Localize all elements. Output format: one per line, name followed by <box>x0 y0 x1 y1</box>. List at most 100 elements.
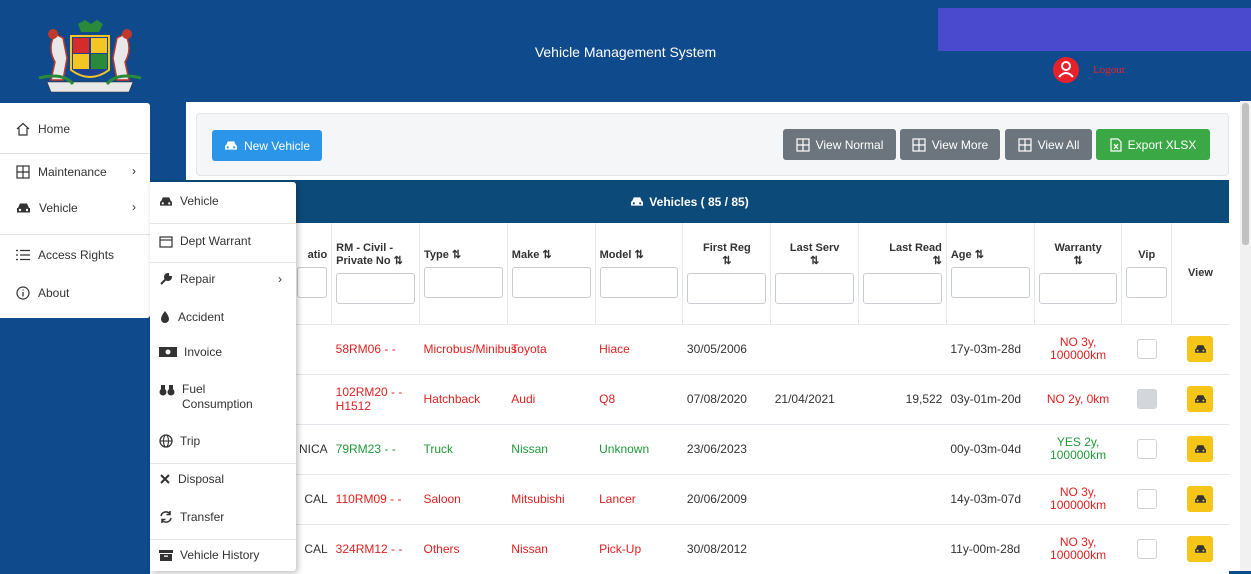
car-icon <box>1194 445 1206 453</box>
sidebar-item-label: Home <box>38 122 71 136</box>
submenu-item-label: Invoice <box>184 345 223 359</box>
filter-input[interactable] <box>1038 273 1118 305</box>
new-vehicle-button[interactable]: New Vehicle <box>212 130 322 161</box>
sort-icon[interactable]: ⇅ <box>452 249 461 261</box>
view-vehicle-button[interactable] <box>1187 436 1214 462</box>
sidebar-item-home[interactable]: Home <box>0 111 150 147</box>
col-header-last-read[interactable]: Last Read ⇅ <box>858 223 947 324</box>
table-row[interactable]: CAL 324RM12 - - Others Nissan Pick-Up 30/08/2… <box>150 523 1229 574</box>
submenu-item-label: Disposal <box>178 472 225 486</box>
cell-view <box>1171 523 1229 574</box>
col-header-label: View <box>1188 267 1213 280</box>
submenu-item-label: Trip <box>180 434 201 448</box>
filter-input[interactable] <box>775 273 855 305</box>
col-header-vip[interactable]: Vip <box>1121 223 1172 324</box>
submenu-item-label: Repair <box>180 272 216 286</box>
submenu-item-trip[interactable]: Trip <box>150 434 296 448</box>
cell-warranty: NO 3y, 100000km <box>1034 323 1122 374</box>
col-header-warranty[interactable]: Warranty ⇅ <box>1033 223 1122 324</box>
filter-input[interactable] <box>297 266 328 298</box>
vip-checkbox[interactable] <box>1136 389 1157 409</box>
col-header-last-serv[interactable]: Last Serv ⇅ <box>770 223 859 324</box>
submenu-item-vehicle-history[interactable]: Vehicle History <box>150 548 296 562</box>
sort-icon[interactable]: ⇅ <box>634 249 643 261</box>
submenu-item-dept-warrant[interactable]: Dept Warrant <box>150 234 296 248</box>
sidebar-item-maintenance[interactable]: Maintenance › <box>0 154 150 190</box>
vip-checkbox[interactable] <box>1136 339 1157 359</box>
filter-input[interactable] <box>863 273 942 305</box>
view-vehicle-button[interactable] <box>1187 386 1214 412</box>
vip-checkbox[interactable] <box>1136 489 1157 509</box>
table-row[interactable]: 102RM20 - - H1512 Hatchback Audi Q8 07/08/20… <box>150 373 1229 424</box>
col-header-first-reg[interactable]: First Reg ⇅ <box>682 223 771 324</box>
cell-vip <box>1121 323 1172 374</box>
cell-last-read <box>858 523 947 574</box>
cell-type: Hatchback <box>419 373 508 424</box>
filter-input[interactable] <box>511 267 591 299</box>
submenu-item-invoice[interactable]: Invoice <box>150 345 296 359</box>
filter-input[interactable] <box>1126 266 1167 298</box>
sidebar-item-access-rights[interactable]: Access Rights <box>0 237 150 273</box>
cell-type: Saloon <box>419 473 508 524</box>
chevron-right-icon: › <box>278 272 282 286</box>
view-more-button[interactable]: View More <box>900 129 1000 160</box>
excel-icon <box>1110 137 1122 152</box>
car-icon <box>1194 345 1206 353</box>
submenu-item-transfer[interactable]: Transfer <box>150 510 296 524</box>
wrench-icon <box>160 272 173 285</box>
sort-icon[interactable]: ⇅ <box>394 255 403 267</box>
col-header-make[interactable]: Make ⇅ <box>506 223 596 324</box>
col-header-type[interactable]: Type ⇅ <box>418 223 508 324</box>
submenu-item-vehicle[interactable]: Vehicle <box>150 194 296 208</box>
scrollbar-thumb[interactable] <box>1242 103 1249 245</box>
filter-input[interactable] <box>423 267 503 299</box>
view-normal-button[interactable]: View Normal <box>783 129 896 160</box>
export-xlsx-button[interactable]: Export XLSX <box>1096 129 1210 160</box>
logout-link[interactable]: Logout <box>1093 64 1125 76</box>
filter-input[interactable] <box>687 273 767 305</box>
filter-input[interactable] <box>950 267 1030 299</box>
filter-input[interactable] <box>599 267 679 299</box>
car-icon <box>631 197 644 206</box>
table-row[interactable]: CAL 110RM09 - - Saloon Mitsubishi Lancer 20/0… <box>150 473 1229 524</box>
submenu-item-accident[interactable]: Accident <box>150 310 296 324</box>
sidebar-item-vehicle[interactable]: Vehicle › <box>0 190 150 226</box>
sort-icon[interactable]: ⇅ <box>975 249 984 261</box>
view-vehicle-button[interactable] <box>1187 336 1214 362</box>
view-vehicle-button[interactable] <box>1187 486 1214 512</box>
vip-checkbox[interactable] <box>1136 439 1157 459</box>
cell-model: Hiace <box>595 323 683 374</box>
cell-type: Others <box>419 523 508 574</box>
user-avatar[interactable] <box>1053 57 1079 83</box>
col-header-rm-no[interactable]: RM - Civil - Private No ⇅ <box>331 223 420 324</box>
col-header-model[interactable]: Model ⇅ <box>594 223 683 324</box>
submenu-item-fuel-consumption[interactable]: Fuel Consumption <box>150 382 296 412</box>
new-vehicle-label: New Vehicle <box>243 138 311 153</box>
sort-icon[interactable]: ⇅ <box>810 255 819 267</box>
col-header-age[interactable]: Age ⇅ <box>945 223 1035 324</box>
cell-age: 03y-01m-20d <box>946 373 1035 424</box>
sort-icon[interactable]: ⇅ <box>722 255 731 267</box>
view-vehicle-button[interactable] <box>1187 536 1214 563</box>
sidebar-item-label: Maintenance <box>38 165 107 179</box>
cell-view <box>1171 323 1229 374</box>
chevron-right-icon: › <box>132 200 136 214</box>
submenu-item-disposal[interactable]: Disposal <box>150 472 296 486</box>
home-icon <box>16 122 30 136</box>
sort-icon[interactable]: ⇅ <box>933 255 942 267</box>
vip-checkbox[interactable] <box>1136 539 1157 560</box>
cell-first-reg: 30/08/2012 <box>682 523 771 574</box>
table-row[interactable]: NICA 79RM23 - - Truck Nissan Unknown 23/06/20… <box>150 423 1229 474</box>
cell-make: Nissan <box>507 423 596 474</box>
cell-warranty: YES 2y, 100000km <box>1034 423 1122 474</box>
table-row[interactable]: 58RM06 - - Microbus/Minibus Toyota Hiace 30/… <box>150 323 1229 374</box>
sidebar-item-about[interactable]: About <box>0 275 150 311</box>
submenu-item-repair[interactable]: Repair › <box>150 272 296 286</box>
submenu-divider <box>150 539 296 540</box>
cell-last-serv <box>770 423 859 474</box>
filter-input[interactable] <box>336 273 415 305</box>
sort-icon[interactable]: ⇅ <box>1073 255 1082 267</box>
sidebar-item-label: About <box>38 286 70 300</box>
sort-icon[interactable]: ⇅ <box>542 249 551 261</box>
view-all-button[interactable]: View All <box>1005 129 1092 160</box>
